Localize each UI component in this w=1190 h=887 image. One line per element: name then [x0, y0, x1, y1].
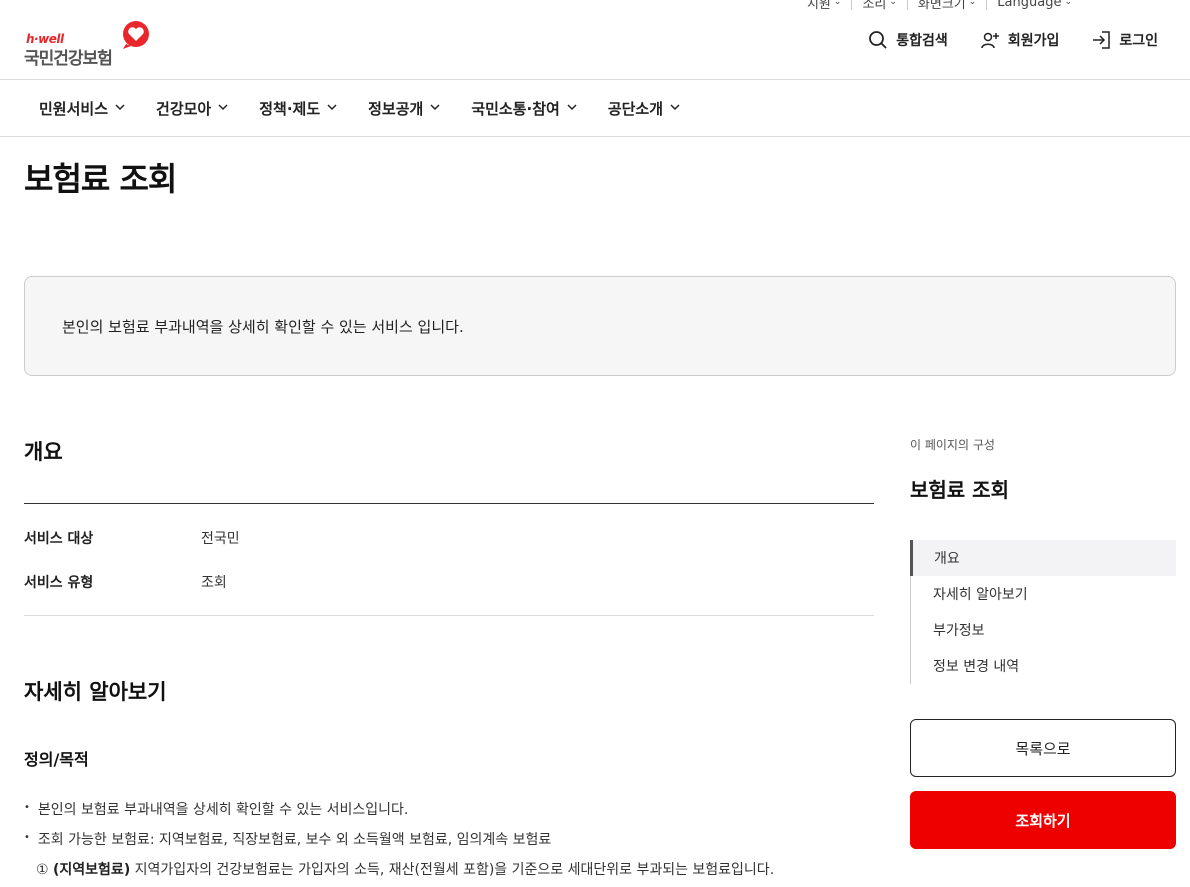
overview-bottom-divider	[24, 615, 874, 616]
overview-divider	[24, 503, 874, 504]
chevron-down-icon: ⌄	[889, 0, 897, 7]
chevron-down-icon	[669, 99, 681, 117]
gnb-item-label: 공단소개	[607, 99, 664, 118]
add-user-icon	[981, 32, 999, 49]
utility-language-label: Language	[997, 0, 1062, 10]
toc-item-details[interactable]: 자세히 알아보기	[911, 576, 1176, 612]
gnb-item-label: 국민소통·참여	[471, 99, 560, 118]
overview-heading: 개요	[24, 440, 63, 464]
header-actions: 통합검색 회원가입 로그인	[868, 30, 1158, 50]
gnb-item-civil-service[interactable]: 민원서비스	[24, 98, 141, 119]
search-icon	[869, 31, 887, 49]
chevron-down-icon: ⌄	[968, 0, 977, 7]
chevron-down-icon	[217, 99, 229, 117]
integrated-search-label: 통합검색	[896, 33, 948, 49]
chevron-down-icon	[429, 99, 441, 117]
gnb-item-policy[interactable]: 정책·제도	[244, 98, 353, 119]
intro-box: 본인의 보험료 부과내역을 상세히 확인할 수 있는 서비스 입니다.	[24, 276, 1176, 376]
list-item-text: 조회 가능한 보험료: 지역보험료, 직장보험료, 보수 외 소득월액 보험료,…	[37, 832, 552, 848]
bullet-icon: •	[24, 802, 30, 813]
info-value: 조회	[201, 575, 227, 591]
query-button[interactable]: 조회하기	[910, 791, 1176, 849]
chevron-down-icon	[326, 99, 338, 117]
chevron-down-icon: ⌄	[1064, 0, 1072, 7]
info-key: 서비스 대상	[24, 531, 94, 547]
login-icon	[1093, 31, 1111, 49]
gnb-item-label: 민원서비스	[39, 99, 109, 118]
nav-divider	[0, 136, 1190, 137]
heart-logo-icon	[123, 21, 149, 49]
gnb-item-label: 정보공개	[368, 99, 424, 118]
integrated-search-button[interactable]: 통합검색	[868, 30, 948, 50]
numbered-text: 지역가입자의 건강보험료는 가입자의 소득, 재산(전월세 포함)을 기준으로 …	[130, 862, 775, 878]
gnb-item-info-disclosure[interactable]: 정보공개	[353, 98, 456, 119]
logo-name: 국민건강보험	[24, 49, 113, 69]
info-row-type: 서비스 유형 조회	[24, 572, 227, 592]
utility-screen-size-label: 화면크기	[917, 0, 966, 12]
chevron-down-icon	[114, 99, 126, 117]
bullet-icon: •	[24, 832, 30, 843]
sidebar-title: 보험료 조회	[910, 478, 1009, 502]
toc-item-change-history[interactable]: 정보 변경 내역	[911, 648, 1176, 684]
chevron-down-icon	[566, 99, 578, 117]
site-logo[interactable]: h·well 국민건강보험	[24, 20, 154, 69]
chevron-down-icon: ⌄	[833, 0, 842, 7]
gnb-item-label: 정책·제도	[259, 99, 321, 118]
signup-button[interactable]: 회원가입	[980, 30, 1060, 50]
utility-bar: 지원 ⌄ 소리 ⌄ 화면크기 ⌄ Language ⌄	[797, 0, 1082, 12]
list-item-text: 본인의 보험료 부과내역을 상세히 확인할 수 있는 서비스입니다.	[37, 802, 409, 818]
gnb-item-communication[interactable]: 국민소통·참여	[456, 98, 593, 119]
gnb-item-label: 건강모아	[156, 99, 212, 118]
list-item: • 조회 가능한 보험료: 지역보험료, 직장보험료, 보수 외 소득월액 보험…	[24, 829, 551, 849]
login-button[interactable]: 로그인	[1091, 30, 1158, 50]
numbered-marker: ①	[36, 862, 49, 878]
main-navigation: 민원서비스 건강모아 정책·제도 정보공개 국민소통·참여 공단소개	[24, 80, 696, 136]
utility-sound-label: 소리	[862, 0, 887, 12]
back-to-list-button[interactable]: 목록으로	[910, 719, 1176, 777]
utility-screen-size[interactable]: 화면크기 ⌄	[906, 0, 986, 12]
list-item: • 본인의 보험료 부과내역을 상세히 확인할 수 있는 서비스입니다.	[24, 799, 408, 819]
info-key: 서비스 유형	[24, 575, 94, 591]
utility-support-label: 지원	[806, 0, 831, 12]
purpose-heading: 정의/목적	[24, 750, 89, 769]
intro-text: 본인의 보험료 부과내역을 상세히 확인할 수 있는 서비스 입니다.	[62, 317, 464, 336]
page-title: 보험료 조회	[24, 160, 177, 198]
signup-label: 회원가입	[1007, 33, 1060, 49]
numbered-item: ① (지역보험료) 지역가입자의 건강보험료는 가입자의 소득, 재산(전월세 …	[36, 859, 774, 879]
toc-item-overview[interactable]: 개요	[910, 540, 1176, 576]
gnb-item-about[interactable]: 공단소개	[593, 98, 696, 119]
page-toc: 개요 자세히 알아보기 부가정보 정보 변경 내역	[910, 540, 1176, 684]
numbered-bold: (지역보험료)	[53, 862, 131, 878]
toc-item-additional-info[interactable]: 부가정보	[911, 612, 1176, 648]
utility-language[interactable]: Language ⌄	[986, 0, 1082, 10]
details-heading: 자세히 알아보기	[24, 680, 167, 704]
info-value: 전국민	[201, 531, 240, 547]
gnb-item-health[interactable]: 건강모아	[141, 98, 244, 119]
utility-sound[interactable]: 소리 ⌄	[851, 0, 906, 12]
utility-support[interactable]: 지원 ⌄	[797, 0, 851, 12]
info-row-target: 서비스 대상 전국민	[24, 528, 240, 548]
login-label: 로그인	[1119, 33, 1158, 49]
sidebar-caption: 이 페이지의 구성	[910, 438, 995, 452]
